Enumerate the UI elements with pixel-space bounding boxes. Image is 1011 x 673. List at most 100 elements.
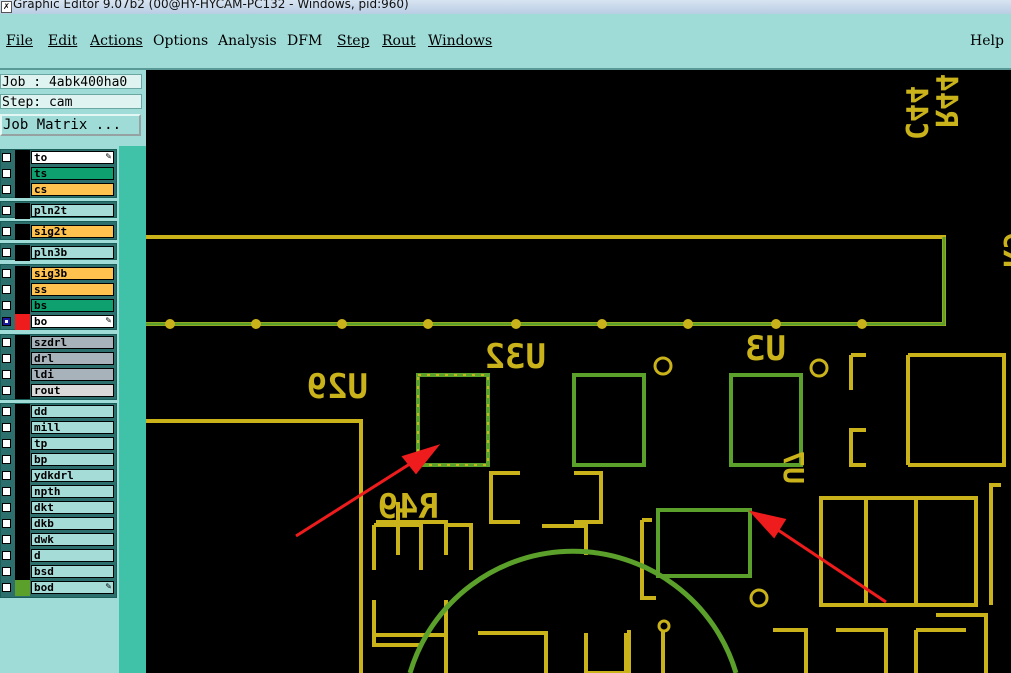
- layer-display-swatch[interactable]: [15, 420, 30, 436]
- layer-display-swatch[interactable]: [15, 335, 30, 351]
- layer-display-swatch[interactable]: [15, 166, 30, 182]
- layer-checkbox[interactable]: [2, 471, 11, 480]
- job-matrix-button[interactable]: Job Matrix ...: [0, 114, 141, 136]
- layer-checkbox[interactable]: [2, 317, 11, 326]
- layer-name[interactable]: dkt: [31, 501, 114, 514]
- layer-name[interactable]: sig3b: [31, 267, 114, 280]
- layer-display-swatch[interactable]: [15, 351, 30, 367]
- layer-display-swatch[interactable]: [15, 383, 30, 399]
- layer-row-bs[interactable]: bs: [0, 298, 118, 314]
- layer-name[interactable]: drl: [31, 352, 114, 365]
- layer-name[interactable]: bsd: [31, 565, 114, 578]
- layer-name[interactable]: szdrl: [31, 336, 114, 349]
- app-icon[interactable]: ✗: [1, 1, 12, 13]
- layer-row-bo[interactable]: bo ✎: [0, 314, 118, 330]
- layer-name[interactable]: ts: [31, 167, 114, 180]
- layer-row-pln2t[interactable]: pln2t: [0, 203, 118, 219]
- layer-checkbox[interactable]: [2, 285, 11, 294]
- graphic-canvas[interactable]: U32 U3 U29 R49 C44 R44 R9 U7: [146, 70, 1011, 673]
- layer-checkbox[interactable]: [2, 227, 11, 236]
- layer-name[interactable]: dkb: [31, 517, 114, 530]
- layer-display-swatch[interactable]: [15, 245, 30, 261]
- layer-name[interactable]: ydkdrl: [31, 469, 114, 482]
- menu-options[interactable]: Options: [153, 33, 208, 49]
- layer-row-npth[interactable]: npth: [0, 484, 118, 500]
- menu-analysis[interactable]: Analysis: [218, 33, 277, 49]
- layer-row-bsd[interactable]: bsd: [0, 564, 118, 580]
- layer-row-dkt[interactable]: dkt: [0, 500, 118, 516]
- layer-checkbox[interactable]: [2, 169, 11, 178]
- layer-name[interactable]: d: [31, 549, 114, 562]
- layer-checkbox[interactable]: [2, 503, 11, 512]
- layer-row-dd[interactable]: dd: [0, 404, 118, 420]
- layer-row-bod[interactable]: bod ✎: [0, 580, 118, 596]
- layer-checkbox[interactable]: [2, 206, 11, 215]
- menu-rout[interactable]: Rout: [382, 33, 416, 49]
- layer-row-ydkdrl[interactable]: ydkdrl: [0, 468, 118, 484]
- layer-name[interactable]: pln3b: [31, 246, 114, 259]
- layer-checkbox[interactable]: [2, 407, 11, 416]
- layer-name[interactable]: bs: [31, 299, 114, 312]
- layer-checkbox[interactable]: [2, 269, 11, 278]
- layer-checkbox[interactable]: [2, 455, 11, 464]
- layer-row-sig3b[interactable]: sig3b: [0, 266, 118, 282]
- layer-checkbox[interactable]: [2, 439, 11, 448]
- layer-display-swatch[interactable]: [15, 484, 30, 500]
- layer-checkbox[interactable]: [2, 535, 11, 544]
- layer-name[interactable]: bod: [31, 581, 114, 594]
- layer-row-ts[interactable]: ts: [0, 166, 118, 182]
- layer-display-swatch[interactable]: [15, 266, 30, 282]
- layer-checkbox[interactable]: [2, 386, 11, 395]
- layer-row-mill[interactable]: mill: [0, 420, 118, 436]
- layer-display-swatch[interactable]: [15, 436, 30, 452]
- layer-checkbox[interactable]: [2, 519, 11, 528]
- layer-display-swatch[interactable]: [15, 150, 30, 166]
- layer-row-tp[interactable]: tp: [0, 436, 118, 452]
- layer-name[interactable]: bo: [31, 315, 114, 328]
- layer-display-swatch[interactable]: [15, 548, 30, 564]
- layer-display-swatch[interactable]: [15, 500, 30, 516]
- layer-row-cs[interactable]: cs: [0, 182, 118, 198]
- layer-display-swatch[interactable]: [15, 282, 30, 298]
- menu-file[interactable]: File: [6, 33, 33, 49]
- layer-name[interactable]: ss: [31, 283, 114, 296]
- layer-display-swatch[interactable]: [15, 404, 30, 420]
- layer-row-pln3b[interactable]: pln3b: [0, 245, 118, 261]
- menu-actions[interactable]: Actions: [90, 33, 143, 49]
- layer-display-swatch[interactable]: [15, 203, 30, 219]
- layer-row-rout[interactable]: rout: [0, 383, 118, 399]
- layer-checkbox[interactable]: [2, 567, 11, 576]
- layer-checkbox[interactable]: [2, 354, 11, 363]
- menu-step[interactable]: Step: [337, 33, 369, 49]
- layer-checkbox[interactable]: [2, 338, 11, 347]
- layer-row-d[interactable]: d: [0, 548, 118, 564]
- menu-help[interactable]: Help: [970, 33, 1004, 49]
- layer-name[interactable]: dwk: [31, 533, 114, 546]
- layer-checkbox[interactable]: [2, 487, 11, 496]
- layer-row-dwk[interactable]: dwk: [0, 532, 118, 548]
- menu-dfm[interactable]: DFM: [287, 33, 322, 49]
- layer-display-swatch[interactable]: [15, 314, 30, 330]
- layer-name[interactable]: cs: [31, 183, 114, 196]
- layer-row-ss[interactable]: ss: [0, 282, 118, 298]
- layer-name[interactable]: rout: [31, 384, 114, 397]
- layer-row-to[interactable]: to ✎: [0, 150, 118, 166]
- layer-display-swatch[interactable]: [15, 516, 30, 532]
- layer-display-swatch[interactable]: [15, 564, 30, 580]
- layer-name[interactable]: dd: [31, 405, 114, 418]
- layer-row-szdrl[interactable]: szdrl: [0, 335, 118, 351]
- layer-name[interactable]: to: [31, 151, 114, 164]
- layer-checkbox[interactable]: [2, 423, 11, 432]
- layer-name[interactable]: bp: [31, 453, 114, 466]
- layer-display-swatch[interactable]: [15, 367, 30, 383]
- layer-checkbox[interactable]: [2, 153, 11, 162]
- layer-row-ldi[interactable]: ldi: [0, 367, 118, 383]
- layer-display-swatch[interactable]: [15, 468, 30, 484]
- layer-display-swatch[interactable]: [15, 224, 30, 240]
- layer-name[interactable]: tp: [31, 437, 114, 450]
- layer-display-swatch[interactable]: [15, 580, 30, 596]
- layer-name[interactable]: mill: [31, 421, 114, 434]
- layer-name[interactable]: npth: [31, 485, 114, 498]
- layer-name[interactable]: ldi: [31, 368, 114, 381]
- layer-checkbox[interactable]: [2, 185, 11, 194]
